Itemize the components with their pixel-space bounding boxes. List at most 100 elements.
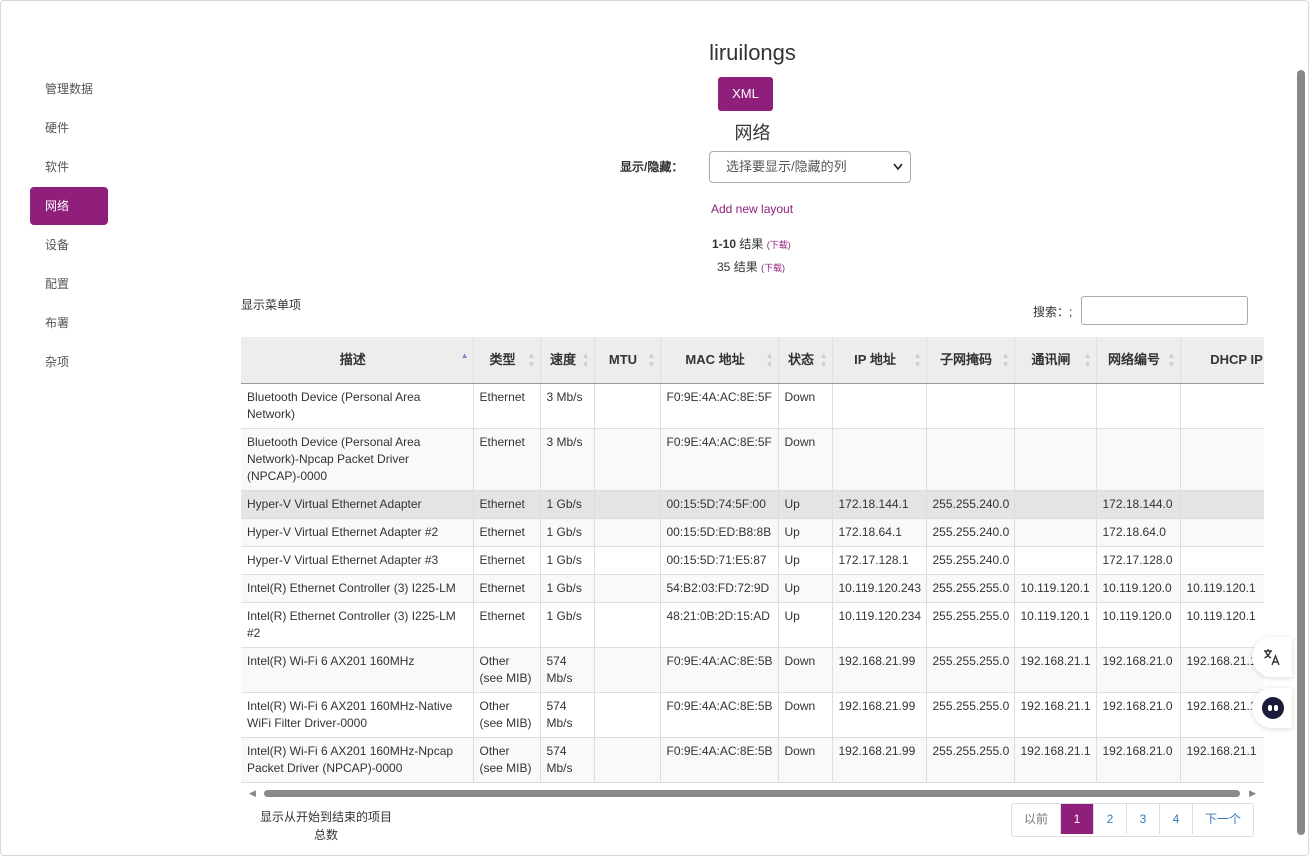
xml-export-button[interactable]: XML xyxy=(718,77,773,111)
pagination-page-1[interactable]: 1 xyxy=(1061,804,1094,834)
table-cell xyxy=(1014,546,1097,575)
table-cell: Intel(R) Wi-Fi 6 AX201 160MHz-Native WiF… xyxy=(241,692,474,738)
column-visibility-select[interactable]: 选择要显示/隐藏的列 xyxy=(709,151,911,183)
chevron-down-icon xyxy=(892,152,904,194)
pagination-page-3[interactable]: 3 xyxy=(1127,804,1160,834)
sidebar-item-software[interactable]: 软件 xyxy=(30,148,108,186)
column-header-label: 子网掩码 xyxy=(939,352,992,368)
sidebar-item-admin-data[interactable]: 管理数据 xyxy=(30,70,108,108)
download-range-link[interactable]: (下载) xyxy=(767,240,791,250)
table-row[interactable]: Hyper-V Virtual Ethernet Adapter #3 Ether… xyxy=(241,546,1264,575)
table-row[interactable]: Bluetooth Device (Personal Area Network)… xyxy=(241,383,1264,429)
table-cell xyxy=(1014,383,1097,429)
column-header-type[interactable]: 类型 ▲ ▼ xyxy=(473,337,541,384)
table-cell: Up xyxy=(778,602,833,648)
table-cell: F0:9E:4A:AC:8E:5F xyxy=(660,428,779,491)
table-cell: 172.18.64.1 xyxy=(832,518,927,547)
table-cell xyxy=(594,546,661,575)
results-total-word: 结果 xyxy=(733,260,758,274)
table-cell: 192.168.21.0 xyxy=(1096,647,1181,693)
table-cell: 10.119.120.243 xyxy=(832,574,927,603)
column-header-status[interactable]: 状态 ▲ ▼ xyxy=(778,337,833,384)
table-cell: 192.168.21.99 xyxy=(832,647,927,693)
column-header-description[interactable]: 描述 ▲ xyxy=(241,337,474,384)
table-row[interactable]: Intel(R) Wi-Fi 6 AX201 160MHz-Npcap Pack… xyxy=(241,737,1264,783)
table-cell: Down xyxy=(778,692,833,738)
column-header-mtu[interactable]: MTU ▲ ▼ xyxy=(594,337,661,384)
table-cell: Bluetooth Device (Personal Area Network) xyxy=(241,383,474,429)
column-header-ip[interactable]: IP 地址 ▲ ▼ xyxy=(832,337,927,384)
table-info-line2: 总数 xyxy=(313,828,338,842)
scroll-right-icon[interactable]: ▶ xyxy=(1249,788,1256,799)
network-table: 描述 ▲ 类型 ▲ ▼ 速度 ▲ ▼ MTU ▲ ▼ MAC 地址 ▲ ▼ 状态 ▲ ▼ IP 地址 ▲… xyxy=(241,337,1264,783)
table-cell xyxy=(594,490,661,519)
table-cell: 192.168.21.99 xyxy=(832,737,927,783)
horizontal-scrollbar[interactable]: ◀ ▶ xyxy=(241,786,1264,801)
table-cell: 00:15:5D:71:E5:87 xyxy=(660,546,779,575)
table-cell xyxy=(1014,490,1097,519)
table-row[interactable]: Intel(R) Ethernet Controller (3) I225-LM… xyxy=(241,574,1264,603)
sidebar-item-devices[interactable]: 设备 xyxy=(30,226,108,264)
table-cell xyxy=(594,428,661,491)
column-header-label: DHCP IP xyxy=(1210,352,1263,368)
column-header-label: IP 地址 xyxy=(854,352,896,368)
table-cell: 192.168.21.1 xyxy=(1014,692,1097,738)
show-menu-items-toggle[interactable]: 显示菜单项 xyxy=(241,296,301,313)
table-cell: 1 Gb/s xyxy=(540,546,595,575)
table-cell xyxy=(1014,428,1097,491)
sort-icon: ▲ ▼ xyxy=(1167,351,1176,369)
table-row[interactable]: Hyper-V Virtual Ethernet Adapter Ethernet… xyxy=(241,490,1264,519)
table-cell: F0:9E:4A:AC:8E:5F xyxy=(660,383,779,429)
sort-ascending-icon: ▲ xyxy=(460,351,469,360)
table-row[interactable]: Intel(R) Wi-Fi 6 AX201 160MHz Other (see … xyxy=(241,647,1264,693)
search-label: 搜索：; xyxy=(1033,305,1073,319)
column-header-gateway[interactable]: 通讯闸 ▲ ▼ xyxy=(1014,337,1097,384)
sort-icon: ▲ ▼ xyxy=(1001,351,1010,369)
table-row[interactable]: Hyper-V Virtual Ethernet Adapter #2 Ether… xyxy=(241,518,1264,547)
scroll-left-icon[interactable]: ◀ xyxy=(249,788,256,799)
pagination-prev-button[interactable]: 以前 xyxy=(1012,804,1061,834)
sidebar-item-network[interactable]: 网络 xyxy=(30,187,108,225)
table-info: 显示从开始到结束的项目 总数 xyxy=(259,808,393,844)
sidebar-item-config[interactable]: 配置 xyxy=(30,265,108,303)
table-cell xyxy=(594,602,661,648)
pagination-page-4[interactable]: 4 xyxy=(1160,804,1193,834)
table-cell: 192.168.21.0 xyxy=(1096,737,1181,783)
table-cell: Down xyxy=(778,428,833,491)
search-input[interactable] xyxy=(1081,296,1248,325)
column-header-network-id[interactable]: 网络编号 ▲ ▼ xyxy=(1096,337,1181,384)
section-title: 网络 xyxy=(734,123,771,143)
sidebar-item-deploy[interactable]: 布署 xyxy=(30,304,108,342)
table-cell xyxy=(832,428,927,491)
column-header-dhcp-ip[interactable]: DHCP IP▲▼ xyxy=(1180,337,1264,384)
table-row[interactable]: Intel(R) Wi-Fi 6 AX201 160MHz-Native WiF… xyxy=(241,692,1264,738)
table-cell: 54:B2:03:FD:72:9D xyxy=(660,574,779,603)
results-range-word: 结果 xyxy=(739,237,764,251)
assistant-float-button[interactable] xyxy=(1252,688,1292,728)
table-cell: Up xyxy=(778,490,833,519)
table-cell: 10.119.120.0 xyxy=(1096,574,1181,603)
scrollbar-thumb[interactable] xyxy=(264,790,1240,797)
table-cell: 172.18.144.1 xyxy=(832,490,927,519)
table-cell xyxy=(1096,383,1181,429)
translate-float-button[interactable] xyxy=(1252,637,1292,677)
table-row[interactable]: Bluetooth Device (Personal Area Network)… xyxy=(241,428,1264,491)
column-header-mac[interactable]: MAC 地址 ▲ ▼ xyxy=(660,337,779,384)
column-header-speed[interactable]: 速度 ▲ ▼ xyxy=(540,337,595,384)
table-row[interactable]: Intel(R) Ethernet Controller (3) I225-LM… xyxy=(241,602,1264,648)
column-header-label: 通讯闸 xyxy=(1031,352,1071,368)
table-cell: 172.18.144.0 xyxy=(1096,490,1181,519)
sidebar-item-misc[interactable]: 杂项 xyxy=(30,343,108,381)
table-cell: 255.255.240.0 xyxy=(926,518,1015,547)
table-cell: 10.119.120.1 xyxy=(1014,574,1097,603)
sort-icon: ▲ ▼ xyxy=(765,351,774,369)
vertical-scrollbar[interactable] xyxy=(1297,70,1305,835)
table-cell xyxy=(1180,518,1264,547)
translate-icon xyxy=(1262,647,1282,667)
download-all-link[interactable]: (下载) xyxy=(761,263,785,273)
pagination-next-button[interactable]: 下一个 xyxy=(1193,804,1253,834)
add-layout-link[interactable]: Add new layout xyxy=(711,202,793,216)
pagination-page-2[interactable]: 2 xyxy=(1094,804,1127,834)
column-header-subnet[interactable]: 子网掩码 ▲ ▼ xyxy=(926,337,1015,384)
sidebar-item-hardware[interactable]: 硬件 xyxy=(30,109,108,147)
